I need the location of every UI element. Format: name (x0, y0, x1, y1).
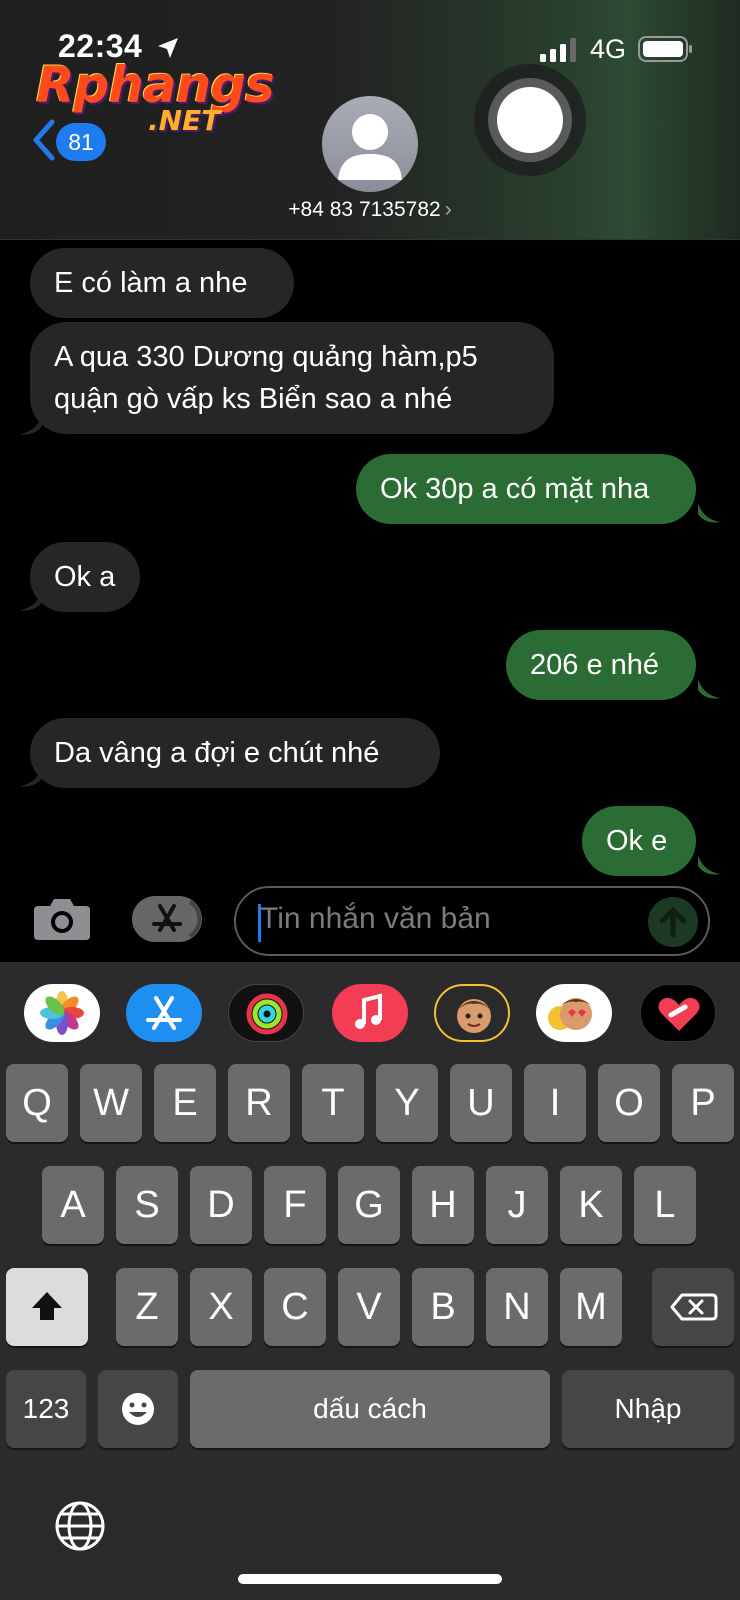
bubble-tail (698, 678, 720, 699)
emoji-icon (122, 1393, 154, 1425)
emoji-key[interactable] (98, 1370, 178, 1448)
key-v[interactable]: V (338, 1268, 400, 1346)
back-chevron-icon[interactable] (30, 118, 58, 162)
backspace-icon (670, 1293, 718, 1321)
message-bubble-outgoing[interactable]: Ok e (582, 806, 696, 876)
bubble-tail (698, 502, 720, 523)
return-key[interactable]: Nhập (562, 1370, 734, 1448)
key-s[interactable]: S (116, 1166, 178, 1244)
message-bubble-incoming[interactable]: Ok a (30, 542, 140, 612)
key-m[interactable]: M (560, 1268, 622, 1346)
bubble-tail (698, 854, 720, 875)
message-bubble-outgoing[interactable]: 206 e nhé (506, 630, 696, 700)
location-arrow-icon (158, 38, 178, 58)
contact-avatar[interactable] (322, 96, 418, 192)
key-n[interactable]: N (486, 1268, 548, 1346)
send-button[interactable] (648, 897, 698, 947)
contact-number-text: +84 83 7135782 (288, 198, 441, 221)
key-o[interactable]: O (598, 1064, 660, 1142)
key-l[interactable]: L (634, 1166, 696, 1244)
person-silhouette-icon (338, 114, 402, 180)
key-r[interactable]: R (228, 1064, 290, 1142)
key-f[interactable]: F (264, 1166, 326, 1244)
app-store-icon (152, 900, 202, 938)
assistive-touch-button[interactable] (474, 64, 586, 176)
message-bubble-incoming[interactable]: A qua 330 Dương quảng hàm,p5 quận gò vấp… (30, 322, 554, 434)
globe-icon[interactable] (54, 1500, 106, 1552)
key-z[interactable]: Z (116, 1268, 178, 1346)
memoji-stickers-icon[interactable] (536, 984, 612, 1042)
key-c[interactable]: C (264, 1268, 326, 1346)
key-q[interactable]: Q (6, 1064, 68, 1142)
assistive-touch-dot (497, 87, 563, 153)
key-e[interactable]: E (154, 1064, 216, 1142)
key-k[interactable]: K (560, 1166, 622, 1244)
bubble-tail (20, 414, 42, 435)
key-u[interactable]: U (450, 1064, 512, 1142)
key-i[interactable]: I (524, 1064, 586, 1142)
message-input-placeholder: Tin nhắn văn bản (260, 902, 491, 935)
key-w[interactable]: W (80, 1064, 142, 1142)
key-y[interactable]: Y (376, 1064, 438, 1142)
home-indicator[interactable] (238, 1574, 502, 1584)
activity-rings-icon[interactable] (228, 984, 304, 1042)
numbers-key[interactable]: 123 (6, 1370, 86, 1448)
key-p[interactable]: P (672, 1064, 734, 1142)
message-bubble-incoming[interactable]: Da vâng a đợi e chút nhé (30, 718, 440, 788)
app-store-icon[interactable] (126, 984, 202, 1042)
bubble-tail (20, 766, 42, 787)
key-d[interactable]: D (190, 1166, 252, 1244)
key-a[interactable]: A (42, 1166, 104, 1244)
keyboard: Q W E R T Y U I O P A S D F G H J K L Z … (0, 1064, 740, 1600)
key-t[interactable]: T (302, 1064, 364, 1142)
space-key[interactable]: dấu cách (190, 1370, 550, 1448)
shift-arrow-icon (32, 1292, 62, 1320)
photos-app-icon[interactable] (24, 984, 100, 1042)
app-store-button[interactable] (132, 896, 202, 942)
key-h[interactable]: H (412, 1166, 474, 1244)
unread-count-badge[interactable]: 81 (56, 123, 106, 161)
chevron-right-icon: › (444, 198, 452, 221)
imessage-app-strip (0, 962, 740, 1064)
status-time: 22:34 (58, 28, 143, 64)
network-type: 4G (590, 34, 627, 64)
music-app-icon[interactable] (332, 984, 408, 1042)
watermark-line1: Rphangs (36, 56, 275, 114)
battery-icon (638, 36, 692, 62)
shift-key[interactable] (6, 1268, 88, 1346)
arrow-up-icon (659, 907, 687, 938)
message-bubble-incoming[interactable]: E có làm a nhe (30, 248, 294, 318)
delete-key[interactable] (652, 1268, 734, 1346)
bubble-tail (20, 590, 42, 611)
digital-touch-icon[interactable] (640, 984, 716, 1042)
key-j[interactable]: J (486, 1166, 548, 1244)
conversation-header: 22:34 4G Rphangs .NET 81 +84 83 7135782 › (0, 0, 740, 240)
message-bubble-outgoing[interactable]: Ok 30p a có mặt nha (356, 454, 696, 524)
key-x[interactable]: X (190, 1268, 252, 1346)
key-b[interactable]: B (412, 1268, 474, 1346)
contact-number[interactable]: +84 83 7135782 › (0, 198, 740, 222)
cellular-signal-icon (540, 38, 576, 62)
camera-icon[interactable] (32, 894, 92, 942)
message-input[interactable]: Tin nhắn văn bản (234, 886, 710, 956)
memoji-icon[interactable] (434, 984, 510, 1042)
key-g[interactable]: G (338, 1166, 400, 1244)
watermark-line2: .NET (148, 104, 221, 137)
